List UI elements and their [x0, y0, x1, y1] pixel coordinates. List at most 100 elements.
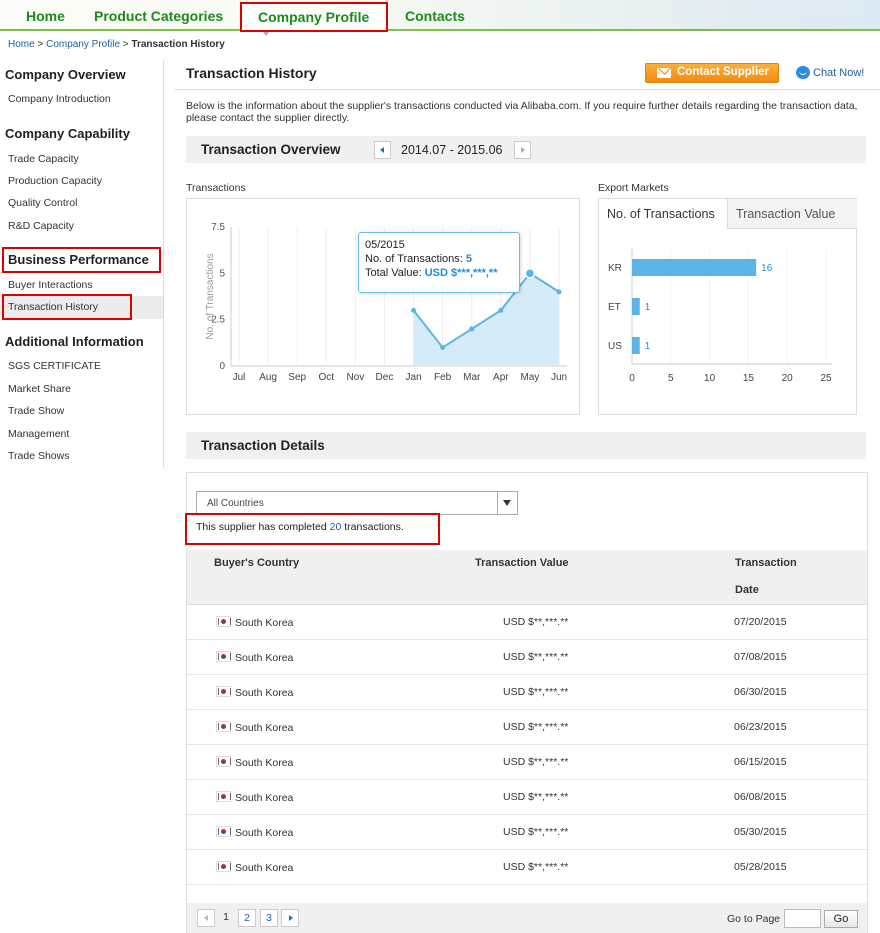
nav-company-profile[interactable]: Company Profile: [240, 2, 388, 37]
sidebar-item-quality-control[interactable]: Quality Control: [8, 197, 77, 209]
sidebar-item-management[interactable]: Management: [8, 428, 69, 440]
breadcrumb-company-profile[interactable]: Company Profile: [46, 39, 120, 50]
export-markets-panel: No. of Transactions Transaction Value 0 5…: [598, 198, 857, 415]
y-axis-label: No. of Transactions: [205, 253, 216, 339]
tab-no-of-transactions[interactable]: No. of Transactions: [599, 199, 728, 229]
country-text: South Korea: [235, 722, 294, 734]
breadcrumb-sep: >: [122, 39, 129, 50]
tooltip-value-label: Total Value:: [365, 267, 422, 279]
bar: [632, 259, 757, 276]
sidebar-item-sgs-certificate[interactable]: SGS CERTIFICATE: [8, 360, 101, 372]
cell-date: 05/28/2015: [734, 861, 787, 873]
table-row: South Korea USD $**,***.** 06/23/2015: [187, 710, 867, 745]
cell-country: South Korea: [216, 721, 293, 734]
x-tick-label: Dec: [376, 372, 394, 383]
page-title: Transaction History: [186, 65, 317, 81]
cell-value: USD $**,***.**: [503, 826, 569, 838]
x-tick-label: Feb: [434, 372, 452, 383]
south-korea-flag-icon: [216, 791, 231, 802]
chart-tooltip: 05/2015 No. of Transactions: 5 Total Val…: [358, 232, 520, 293]
cell-country: South Korea: [216, 861, 293, 874]
sidebar-item-trade-shows[interactable]: Trade Shows: [8, 450, 69, 462]
breadcrumb-current: Transaction History: [131, 39, 225, 50]
sidebar: Company Overview Company Introduction Co…: [0, 60, 164, 468]
mail-icon: [657, 68, 671, 78]
sidebar-section-additional-information: Additional Information: [5, 334, 144, 349]
cell-country: South Korea: [216, 756, 293, 769]
summary-count[interactable]: 20: [330, 521, 342, 533]
col-transaction-date-2: Date: [735, 584, 759, 596]
page-1: 1: [223, 911, 229, 923]
south-korea-flag-icon: [216, 721, 231, 732]
data-point: [498, 307, 504, 313]
sidebar-item-production-capacity[interactable]: Production Capacity: [8, 175, 102, 187]
nav-product-categories[interactable]: Product Categories: [94, 8, 223, 24]
sidebar-item-rd-capacity[interactable]: R&D Capacity: [8, 220, 74, 232]
y-tick-label: 5: [219, 268, 225, 279]
country-select[interactable]: All Countries: [196, 491, 518, 515]
table-row: South Korea USD $**,***.** 06/15/2015: [187, 745, 867, 780]
x-tick-label: Nov: [346, 372, 364, 383]
tab-transaction-value[interactable]: Transaction Value: [728, 199, 857, 229]
chevron-down-icon[interactable]: [497, 492, 517, 514]
category-label: ET: [608, 302, 621, 313]
x-tick-label: Apr: [493, 372, 509, 383]
south-korea-flag-icon: [216, 616, 231, 627]
table-header: Buyer's Country Transaction Value Transa…: [187, 550, 867, 605]
country-text: South Korea: [235, 862, 294, 874]
chevron-right-icon: [289, 915, 293, 921]
category-label: US: [608, 341, 622, 352]
tooltip-date: 05/2015: [365, 239, 405, 251]
data-point: [411, 307, 417, 313]
chat-now-link[interactable]: Chat Now!: [796, 66, 864, 79]
overview-bar: Transaction Overview 2014.07 - 2015.06: [186, 136, 866, 163]
sidebar-section-company-overview: Company Overview: [5, 67, 126, 82]
table-row: South Korea USD $**,***.** 06/08/2015: [187, 780, 867, 815]
sidebar-item-trade-capacity[interactable]: Trade Capacity: [8, 153, 79, 165]
page-3-button[interactable]: 3: [260, 909, 278, 927]
details-title: Transaction Details: [201, 438, 325, 453]
cell-country: South Korea: [216, 791, 293, 804]
breadcrumb-home[interactable]: Home: [8, 39, 35, 50]
data-point: [440, 344, 446, 350]
data-point: [524, 268, 536, 279]
south-korea-flag-icon: [216, 686, 231, 697]
go-button[interactable]: Go: [824, 910, 858, 928]
cell-value: USD $**,***.**: [503, 756, 569, 768]
cell-value: USD $**,***.**: [503, 861, 569, 873]
south-korea-flag-icon: [216, 756, 231, 767]
bar-value-label: 1: [645, 341, 651, 352]
period-label: 2014.07 - 2015.06: [401, 143, 503, 157]
cell-date: 06/15/2015: [734, 756, 787, 768]
next-period-button[interactable]: [514, 141, 531, 159]
breadcrumb: Home > Company Profile > Transaction His…: [8, 39, 225, 50]
nav-home[interactable]: Home: [26, 8, 65, 24]
sidebar-item-buyer-interactions[interactable]: Buyer Interactions: [8, 279, 93, 291]
bar: [632, 337, 640, 354]
prev-page-button[interactable]: [197, 909, 215, 927]
tooltip-count-value: 5: [465, 253, 473, 265]
nav-contacts[interactable]: Contacts: [405, 8, 465, 24]
sidebar-item-trade-show[interactable]: Trade Show: [8, 405, 64, 417]
data-point: [469, 326, 475, 332]
goto-page-input[interactable]: [784, 909, 821, 928]
contact-supplier-button[interactable]: Contact Supplier: [645, 63, 779, 83]
tooltip-count-row: No. of Transactions: 5: [365, 252, 519, 266]
country-text: South Korea: [235, 827, 294, 839]
divider: [174, 89, 880, 90]
cell-value: USD $**,***.**: [503, 616, 569, 628]
prev-period-button[interactable]: [374, 141, 391, 159]
next-page-button[interactable]: [281, 909, 299, 927]
cell-date: 05/30/2015: [734, 826, 787, 838]
south-korea-flag-icon: [216, 651, 231, 662]
sidebar-item-market-share[interactable]: Market Share: [8, 383, 71, 395]
sidebar-item-company-introduction[interactable]: Company Introduction: [8, 93, 111, 105]
transactions-chart-label: Transactions: [186, 182, 246, 194]
country-text: South Korea: [235, 687, 294, 699]
bar-value-label: 1: [645, 302, 651, 313]
page-2-button[interactable]: 2: [238, 909, 256, 927]
breadcrumb-sep: >: [37, 39, 44, 50]
cell-country: South Korea: [216, 686, 293, 699]
x-tick-label: 10: [704, 373, 716, 384]
tooltip-value: USD $***,***,**: [424, 267, 498, 279]
